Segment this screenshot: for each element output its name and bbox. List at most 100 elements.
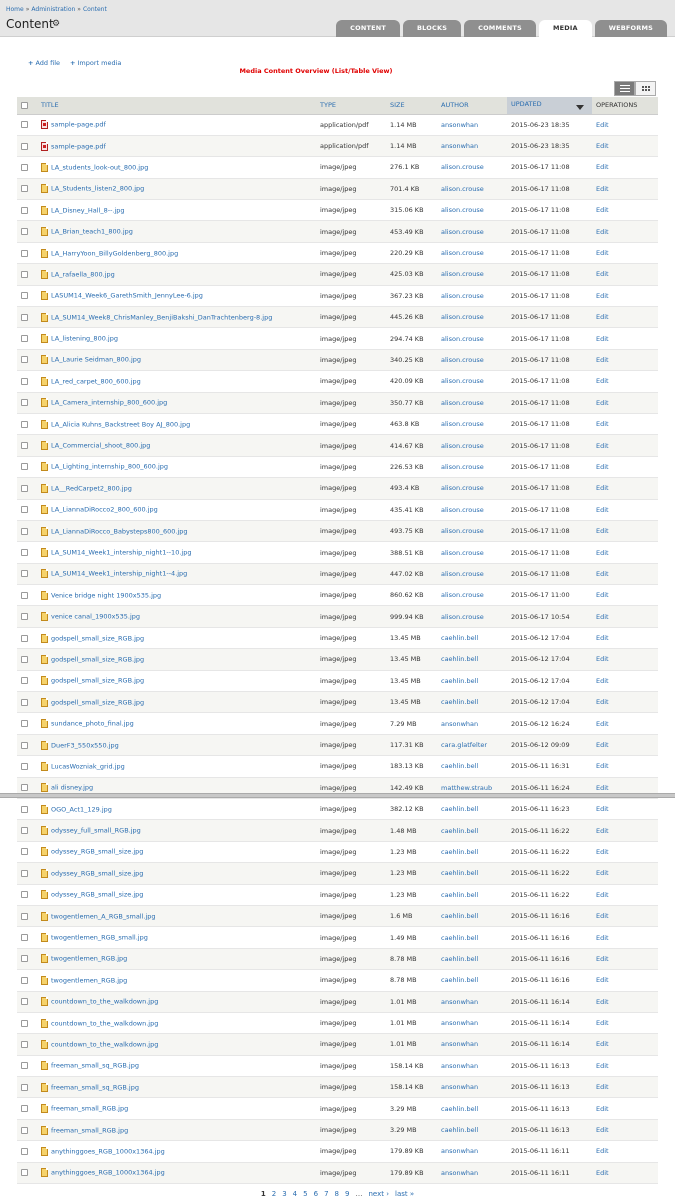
edit-link[interactable]: Edit [596,869,609,877]
author-link[interactable]: caehlin.bell [441,655,478,663]
file-title-link[interactable]: LA_listening_800.jpg [51,335,118,343]
file-title-link[interactable]: LucasWozniak_grid.jpg [51,762,125,770]
file-title-link[interactable]: anythinggoes_RGB_1000x1364.jpg [51,1147,165,1155]
author-link[interactable]: alison.crouse [441,249,484,257]
author-link[interactable]: alison.crouse [441,506,484,514]
author-link[interactable]: alison.crouse [441,228,484,236]
author-link[interactable]: alison.crouse [441,270,484,278]
edit-link[interactable]: Edit [596,955,609,963]
pager-page-2[interactable]: 2 [272,1190,276,1198]
author-link[interactable]: ansonwhan [441,142,478,150]
list-view-button[interactable] [614,81,635,96]
author-link[interactable]: caehlin.bell [441,848,478,856]
breadcrumb-administration[interactable]: Administration [31,6,75,13]
file-title-link[interactable]: twogentlemen_A_RGB_small.jpg [51,912,156,920]
author-link[interactable]: caehlin.bell [441,976,478,984]
edit-link[interactable]: Edit [596,1126,609,1134]
row-checkbox[interactable] [21,998,28,1006]
file-title-link[interactable]: LA_HarryYoon_BillyGoldenberg_800.jpg [51,249,178,257]
edit-link[interactable]: Edit [596,1169,609,1177]
edit-link[interactable]: Edit [596,998,609,1006]
edit-link[interactable]: Edit [596,762,609,770]
gear-icon[interactable]: ⚙ [52,19,62,29]
author-link[interactable]: alison.crouse [441,377,484,385]
row-checkbox[interactable] [21,912,28,920]
file-title-link[interactable]: LA_LiannaDiRocco2_800_600.jpg [51,506,158,514]
row-checkbox[interactable] [21,1019,28,1027]
author-link[interactable]: caehlin.bell [441,805,478,813]
author-link[interactable]: matthew.straub [441,784,492,792]
author-link[interactable]: alison.crouse [441,185,484,193]
edit-link[interactable]: Edit [596,206,609,214]
file-title-link[interactable]: LA_Alicia Kuhns_Backstreet Boy AJ_800.jp… [51,420,190,428]
edit-link[interactable]: Edit [596,292,609,300]
edit-link[interactable]: Edit [596,142,609,150]
file-title-link[interactable]: odyssey_RGB_small_size.jpg [51,891,143,899]
file-title-link[interactable]: LA_Brian_teach1_800.jpg [51,228,133,236]
edit-link[interactable]: Edit [596,1105,609,1113]
file-title-link[interactable]: godspell_small_size_RGB.jpg [51,677,144,685]
author-link[interactable]: alison.crouse [441,484,484,492]
edit-link[interactable]: Edit [596,121,609,129]
pager-page-5[interactable]: 5 [303,1190,307,1198]
row-checkbox[interactable] [21,591,28,599]
author-link[interactable]: caehlin.bell [441,698,478,706]
tab-webforms[interactable]: WEBFORMS [594,20,667,37]
breadcrumb-content[interactable]: Content [83,6,107,13]
edit-link[interactable]: Edit [596,805,609,813]
row-checkbox[interactable] [21,142,28,150]
edit-link[interactable]: Edit [596,1062,609,1070]
file-title-link[interactable]: countdown_to_the_walkdown.jpg [51,998,158,1006]
row-checkbox[interactable] [21,1126,28,1134]
row-checkbox[interactable] [21,762,28,770]
author-link[interactable]: alison.crouse [441,163,484,171]
edit-link[interactable]: Edit [596,634,609,642]
edit-link[interactable]: Edit [596,741,609,749]
edit-link[interactable]: Edit [596,527,609,535]
edit-link[interactable]: Edit [596,463,609,471]
author-link[interactable]: alison.crouse [441,463,484,471]
tab-blocks[interactable]: BLOCKS [403,20,462,37]
edit-link[interactable]: Edit [596,655,609,663]
col-author[interactable]: AUTHOR [437,97,507,115]
file-title-link[interactable]: freeman_small_RGB.jpg [51,1105,128,1113]
file-title-link[interactable]: LA_SUM14_Week1_intership_night1--4.jpg [51,570,187,578]
author-link[interactable]: alison.crouse [441,292,484,300]
row-checkbox[interactable] [21,1062,28,1070]
author-link[interactable]: ansonwhan [441,121,478,129]
file-title-link[interactable]: freeman_small_sq_RGB.jpg [51,1062,139,1070]
edit-link[interactable]: Edit [596,506,609,514]
row-checkbox[interactable] [21,484,28,492]
file-title-link[interactable]: LA_students_look-out_800.jpg [51,163,148,171]
edit-link[interactable]: Edit [596,1147,609,1155]
edit-link[interactable]: Edit [596,784,609,792]
row-checkbox[interactable] [21,506,28,514]
pager-page-8[interactable]: 8 [335,1190,339,1198]
row-checkbox[interactable] [21,121,28,129]
add-file-link[interactable]: + Add file [28,59,60,67]
author-link[interactable]: alison.crouse [441,570,484,578]
row-checkbox[interactable] [21,570,28,578]
author-link[interactable]: caehlin.bell [441,869,478,877]
author-link[interactable]: ansonwhan [441,1169,478,1177]
row-checkbox[interactable] [21,784,28,792]
edit-link[interactable]: Edit [596,1040,609,1048]
row-checkbox[interactable] [21,163,28,171]
file-title-link[interactable]: LASUM14_Week6_GarethSmith_JennyLee-6.jpg [51,292,203,300]
author-link[interactable]: alison.crouse [441,313,484,321]
row-checkbox[interactable] [21,399,28,407]
file-title-link[interactable]: twogentlemen_RGB.jpg [51,955,127,963]
edit-link[interactable]: Edit [596,185,609,193]
file-title-link[interactable]: LA_LiannaDiRocco_Babysteps800_600.jpg [51,527,188,535]
edit-link[interactable]: Edit [596,720,609,728]
row-checkbox[interactable] [21,356,28,364]
tab-comments[interactable]: COMMENTS [464,20,536,37]
author-link[interactable]: caehlin.bell [441,955,478,963]
file-title-link[interactable]: OGO_Act1_129.jpg [51,805,112,813]
edit-link[interactable]: Edit [596,228,609,236]
col-title[interactable]: TITLE [37,97,316,115]
row-checkbox[interactable] [21,463,28,471]
pager-page-4[interactable]: 4 [293,1190,297,1198]
edit-link[interactable]: Edit [596,356,609,364]
author-link[interactable]: alison.crouse [441,549,484,557]
